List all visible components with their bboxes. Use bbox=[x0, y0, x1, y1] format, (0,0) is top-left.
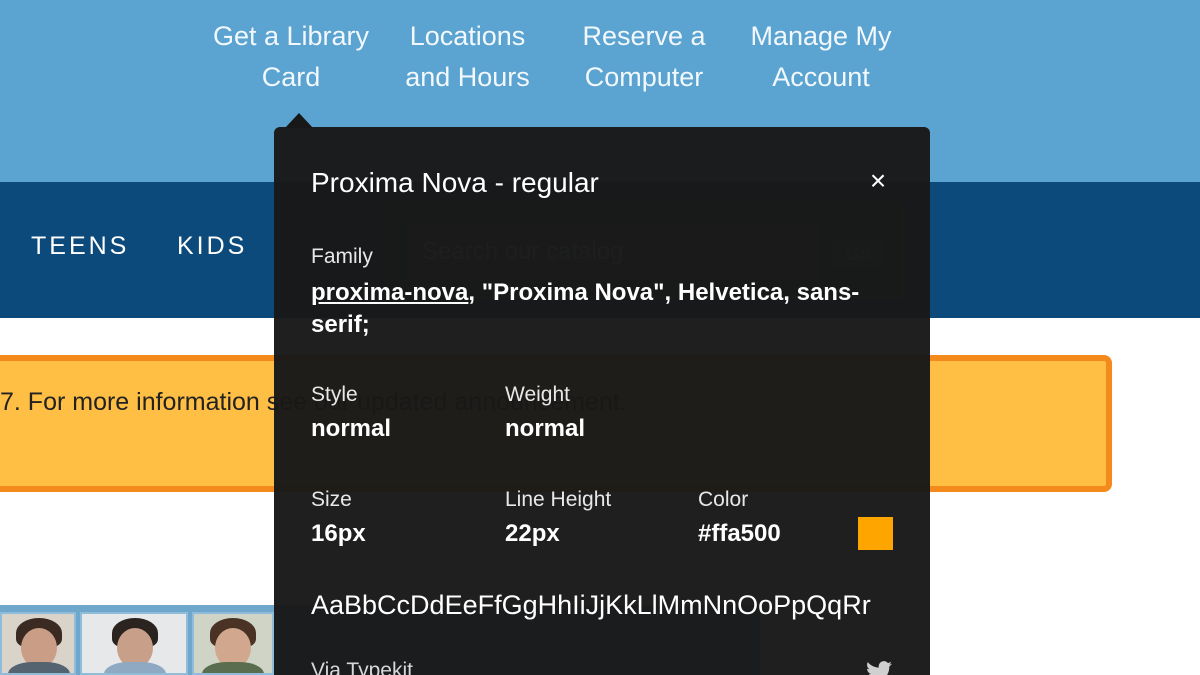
staff-photo bbox=[0, 612, 76, 675]
line-height-value: 22px bbox=[505, 520, 560, 547]
family-link[interactable]: proxima-nova bbox=[311, 279, 468, 306]
staff-photo bbox=[80, 612, 188, 675]
sub-nav-kids[interactable]: KIDS bbox=[177, 232, 247, 261]
size-value: 16px bbox=[311, 520, 366, 547]
nav-manage-account[interactable]: Manage My Account bbox=[740, 16, 902, 98]
line-height-label: Line Height bbox=[505, 488, 612, 511]
alphabet-preview: AaBbCcDdEeFfGgHhIiJjKkLlMmNnOoPpQqRr bbox=[311, 590, 871, 620]
popup-pointer bbox=[285, 113, 313, 128]
nav-locations-hours-line1: Locations bbox=[409, 21, 526, 51]
family-value: proxima-nova, "Proxima Nova", Helvetica,… bbox=[311, 277, 881, 341]
weight-label: Weight bbox=[505, 383, 570, 406]
font-inspector-popup: Proxima Nova - regular × Family proxima-… bbox=[274, 127, 930, 675]
nav-reserve-computer-line2: Computer bbox=[584, 62, 704, 92]
nav-reserve-computer-line1: Reserve a bbox=[582, 21, 706, 51]
nav-get-library-card-line1: Get a Library bbox=[212, 21, 370, 51]
color-value: #ffa500 bbox=[698, 520, 781, 547]
style-value: normal bbox=[311, 415, 392, 442]
nav-manage-account-line1: Manage My bbox=[750, 21, 892, 51]
weight-value: normal bbox=[505, 415, 586, 442]
twitter-icon[interactable] bbox=[866, 661, 892, 675]
family-label: Family bbox=[311, 245, 373, 268]
nav-locations-hours[interactable]: Locations and Hours bbox=[395, 16, 540, 98]
nav-locations-hours-line2: and Hours bbox=[405, 62, 530, 92]
popup-title: Proxima Nova - regular bbox=[311, 167, 599, 198]
style-label: Style bbox=[311, 383, 358, 406]
nav-manage-account-line2: Account bbox=[772, 62, 870, 92]
nav-get-library-card[interactable]: Get a Library Card bbox=[205, 16, 377, 98]
close-icon[interactable]: × bbox=[866, 167, 890, 195]
size-label: Size bbox=[311, 488, 352, 511]
nav-get-library-card-line2: Card bbox=[261, 62, 321, 92]
nav-reserve-computer[interactable]: Reserve a Computer bbox=[570, 16, 718, 98]
color-label: Color bbox=[698, 488, 749, 511]
via-typekit-link[interactable]: Via Typekit bbox=[311, 659, 413, 675]
staff-photo bbox=[192, 612, 274, 675]
color-swatch bbox=[858, 517, 893, 550]
sub-nav-teens[interactable]: TEENS bbox=[31, 232, 129, 261]
